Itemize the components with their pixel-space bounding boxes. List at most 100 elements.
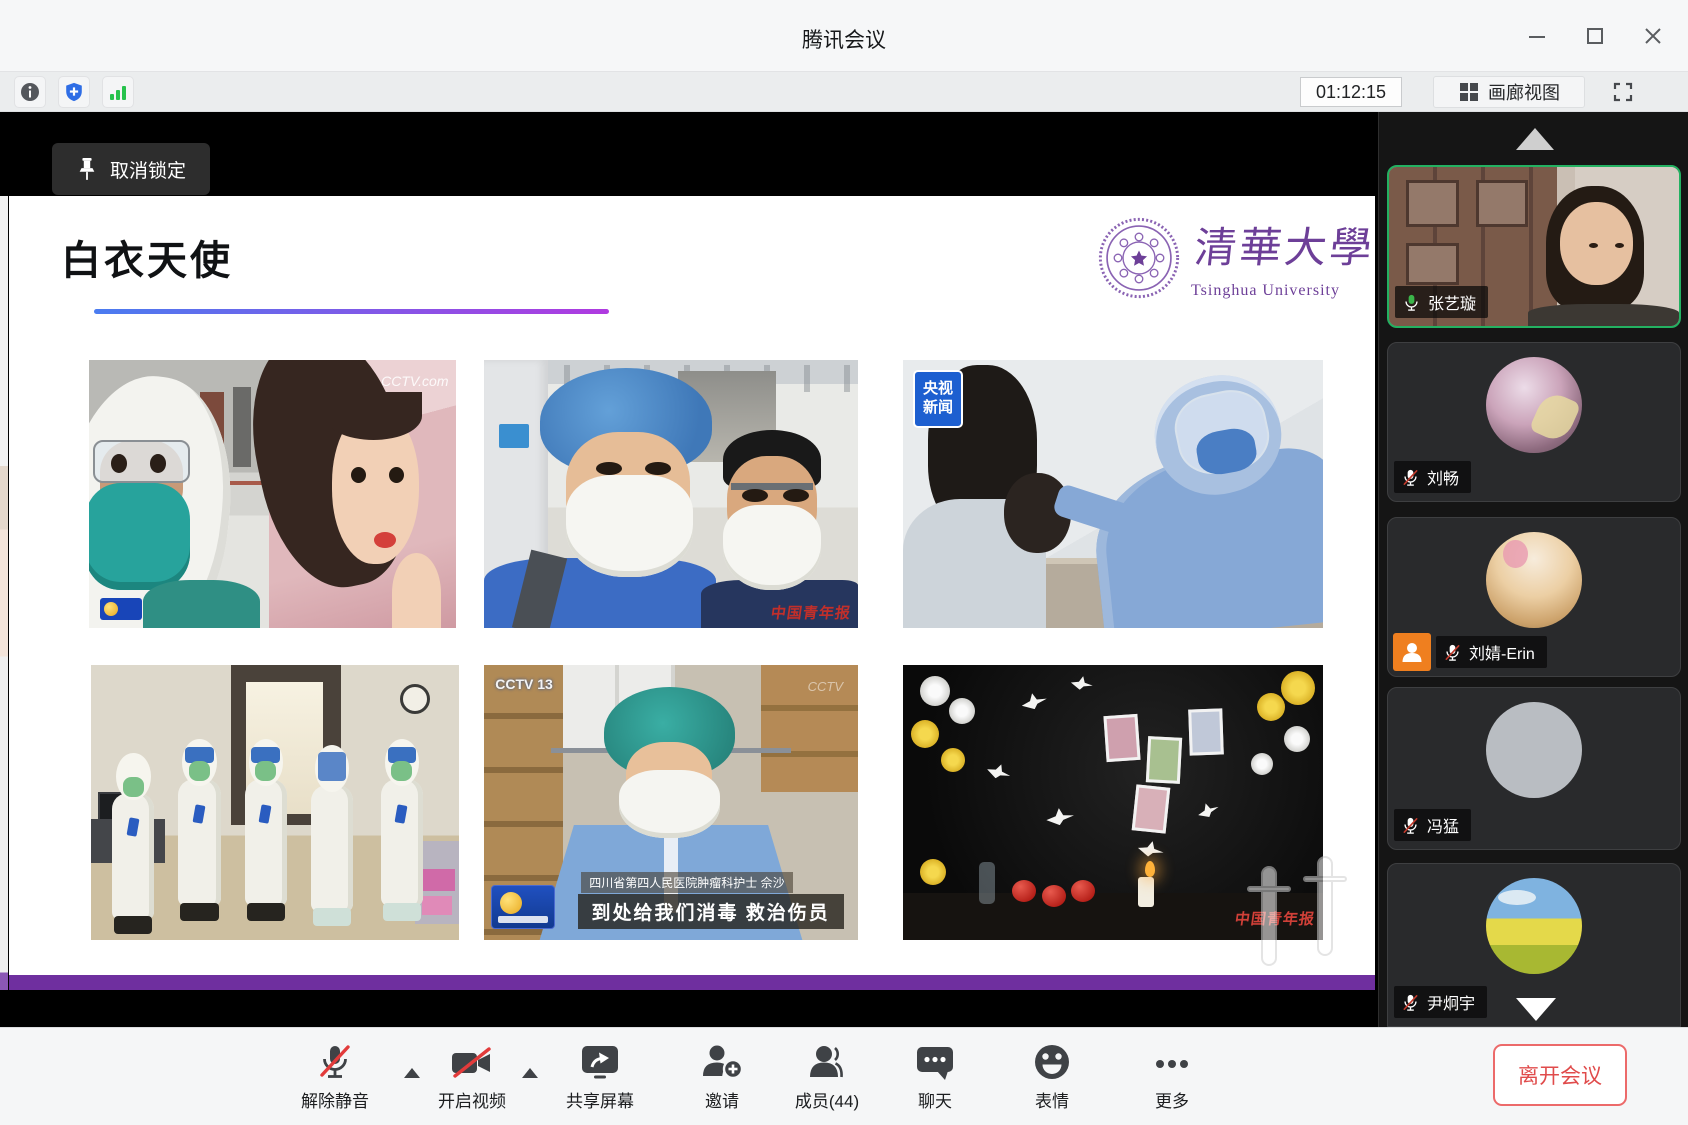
mic-muted-icon [1401,468,1420,487]
toolbar-button-icon [578,1038,622,1082]
toolbar-button-chat[interactable]: 聊天 [873,1038,997,1118]
participant-tile[interactable]: 张艺璇 [1387,165,1681,328]
photo-nurse-interview: CCTV 13 CCTV 四川省第四人民医院肿瘤科护士 佘沙 到处给我们消毒 救… [484,665,858,940]
members-icon [804,1042,850,1082]
avatar [1486,357,1582,453]
participant-name: 冯猛 [1427,813,1459,837]
photo-cctv-news-doctor: 央视 新闻 [903,360,1323,628]
university-name-cn: 清華大學 [1192,214,1368,275]
video-options-caret[interactable] [522,1068,538,1078]
caption-main-text: 到处给我们消毒 救治伤员 [578,894,844,929]
toolbar-button-label: 更多 [1155,1087,1189,1112]
mic-muted-icon [315,1042,355,1082]
news-program-logo [491,885,555,929]
avatar [1486,702,1582,798]
close-button[interactable] [1636,20,1670,52]
meeting-timer: 01:12:15 [1300,77,1402,107]
minimize-icon [1526,25,1548,47]
participant-tile[interactable]: 刘畅 [1387,342,1681,502]
title-underline [94,309,609,314]
cctv13-watermark: CCTV 13 [495,676,553,692]
window-title: 腾讯会议 [0,24,1688,54]
titlebar: 腾讯会议 [0,0,1688,72]
mic-active-icon [1402,293,1421,312]
cctv-watermark: CCTV.com [381,373,448,389]
participant-tile[interactable]: 刘婧-Erin [1387,517,1681,677]
gallery-view-label: 画廊视图 [1488,79,1560,105]
participant-tile[interactable]: 冯猛 [1387,687,1681,850]
mic-muted-icon [1443,643,1462,662]
leave-meeting-button[interactable]: 离开会议 [1493,1044,1627,1106]
toolbar-button-icon [804,1038,850,1082]
china-youth-daily-watermark: 中国青年报 [769,602,852,623]
toolbar-button-share-screen[interactable]: 共享屏幕 [538,1038,662,1118]
cancel-pin-button[interactable]: 取消锁定 [52,143,210,195]
toolbar-button-emoji[interactable]: 表情 [990,1038,1114,1118]
photo-nurse-and-selfie: CCTV.com [89,360,456,628]
invite-icon [700,1042,744,1082]
tsinghua-seal-icon [1097,216,1181,300]
participant-name-tag: 尹炯宇 [1394,986,1487,1018]
toolbar-button-label: 表情 [1035,1087,1069,1112]
toolbar-button-icon [914,1038,956,1082]
chat-icon [914,1044,956,1082]
avatar [1486,532,1582,628]
bottom-toolbar: 解除静音 开启视频 共享屏幕 邀请 成员(44) 聊天 表情 更多 离开会议 [0,1027,1688,1125]
news-channel-badge [100,598,142,620]
security-shield-button[interactable] [58,76,90,108]
participant-name: 刘畅 [1427,465,1459,489]
mic-options-caret[interactable] [404,1068,420,1078]
cctv-news-badge: 央视 新闻 [913,370,963,428]
window-controls [1520,20,1670,52]
toolbar-button-icon [1150,1038,1194,1082]
photo1-right-portrait: CCTV.com [269,360,456,628]
participant-name-tag: 刘畅 [1394,461,1471,493]
emoji-icon [1032,1042,1072,1082]
photo-two-medics-selfie: 中国青年报 [484,360,858,628]
tsinghua-logo-block: 清華大學 Tsinghua University [1089,208,1369,318]
toolbar-button-label: 开启视频 [438,1087,506,1112]
main-area: 白衣天使 清華大學 Tsinghua University [0,112,1688,1027]
gallery-view-button[interactable]: 画廊视图 [1433,76,1585,108]
toolbar-button-icon [315,1038,355,1082]
shield-icon [63,81,85,103]
scroll-down-arrow[interactable] [1516,998,1556,1021]
host-badge-icon [1393,633,1431,671]
decorative-column-sketch [1251,852,1361,972]
cancel-pin-label: 取消锁定 [110,156,186,183]
fullscreen-icon [1611,80,1635,104]
maximize-icon [1584,25,1606,47]
photo1-left-nurse [89,360,269,628]
fullscreen-button[interactable] [1603,77,1643,107]
gallery-grid-icon [1458,81,1480,103]
top-toolbar: 01:12:15 画廊视图 [0,72,1688,112]
cctv-watermark-faint: CCTV [808,679,843,694]
avatar [1486,878,1582,974]
maximize-button[interactable] [1578,20,1612,52]
minimize-button[interactable] [1520,20,1554,52]
toolbar-button-label: 解除静音 [301,1087,369,1112]
slide-footer-bar [9,975,1375,990]
toolbar-button-start-video[interactable]: 开启视频 [410,1038,534,1118]
toolbar-button-label: 聊天 [918,1087,952,1112]
tencent-meeting-window: 腾讯会议 [0,0,1688,1125]
background-window-sliver [0,196,8,990]
toolbar-button-more[interactable]: 更多 [1110,1038,1234,1118]
pin-icon [76,157,98,181]
screen-share-icon [578,1042,622,1082]
meeting-info-button[interactable] [14,76,46,108]
participants-sidebar: 张艺璇 刘畅 [1378,112,1688,1027]
scroll-up-arrow[interactable] [1516,128,1554,150]
shared-screen-slide: 白衣天使 清華大學 Tsinghua University [9,196,1375,990]
close-icon [1642,25,1664,47]
participant-name-tag: 刘婧-Erin [1436,636,1547,668]
network-quality-button[interactable] [102,76,134,108]
mic-muted-icon [1401,993,1420,1012]
toolbar-button-icon [1032,1038,1072,1082]
university-name-en: Tsinghua University [1191,282,1340,300]
toolbar-button-label: 共享屏幕 [566,1087,634,1112]
toolbar-button-unmute[interactable]: 解除静音 [273,1038,397,1118]
caption-role-text: 四川省第四人民医院肿瘤科护士 佘沙 [581,872,792,893]
slide-title: 白衣天使 [61,228,233,286]
toolbar-button-members[interactable]: 成员(44) [765,1038,889,1118]
